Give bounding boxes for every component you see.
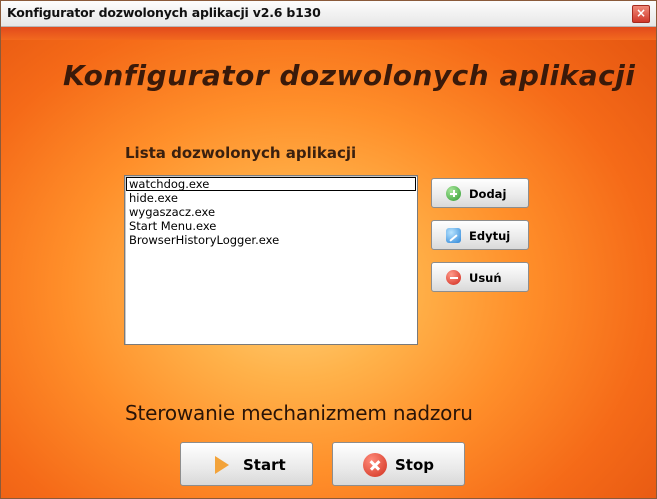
app-window: Konfigurator dozwolonych aplikacji v2.6 … bbox=[0, 0, 657, 499]
close-button[interactable]: × bbox=[632, 5, 650, 23]
edit-icon bbox=[446, 228, 461, 243]
start-button-label: Start bbox=[243, 456, 286, 474]
remove-button[interactable]: Usuń bbox=[431, 262, 529, 292]
title-stripe bbox=[1, 27, 656, 40]
list-item[interactable]: watchdog.exe bbox=[126, 177, 416, 191]
list-item[interactable]: BrowserHistoryLogger.exe bbox=[125, 233, 417, 247]
control-heading: Sterowanie mechanizmem nadzoru bbox=[125, 401, 473, 425]
stop-button-label: Stop bbox=[395, 456, 435, 474]
add-icon bbox=[446, 186, 461, 201]
list-item[interactable]: hide.exe bbox=[125, 191, 417, 205]
stop-button[interactable]: Stop bbox=[332, 442, 465, 486]
remove-button-label: Usuń bbox=[469, 271, 502, 285]
list-item[interactable]: wygaszacz.exe bbox=[125, 205, 417, 219]
title-bar: Konfigurator dozwolonych aplikacji v2.6 … bbox=[1, 1, 656, 27]
apps-list-label: Lista dozwolonych aplikacji bbox=[125, 144, 357, 162]
start-button[interactable]: Start bbox=[180, 442, 313, 486]
play-icon bbox=[215, 456, 229, 474]
window-title: Konfigurator dozwolonych aplikacji v2.6 … bbox=[7, 5, 321, 20]
edit-button[interactable]: Edytuj bbox=[431, 220, 529, 250]
stop-icon bbox=[363, 453, 387, 477]
remove-icon bbox=[446, 270, 461, 285]
close-icon: × bbox=[635, 6, 647, 20]
add-button-label: Dodaj bbox=[469, 187, 507, 201]
list-item[interactable]: Start Menu.exe bbox=[125, 219, 417, 233]
page-title: Konfigurator dozwolonych aplikacji bbox=[63, 59, 636, 92]
add-button[interactable]: Dodaj bbox=[431, 178, 529, 208]
edit-button-label: Edytuj bbox=[469, 229, 511, 243]
allowed-apps-listbox[interactable]: watchdog.exe hide.exe wygaszacz.exe Star… bbox=[124, 175, 418, 345]
